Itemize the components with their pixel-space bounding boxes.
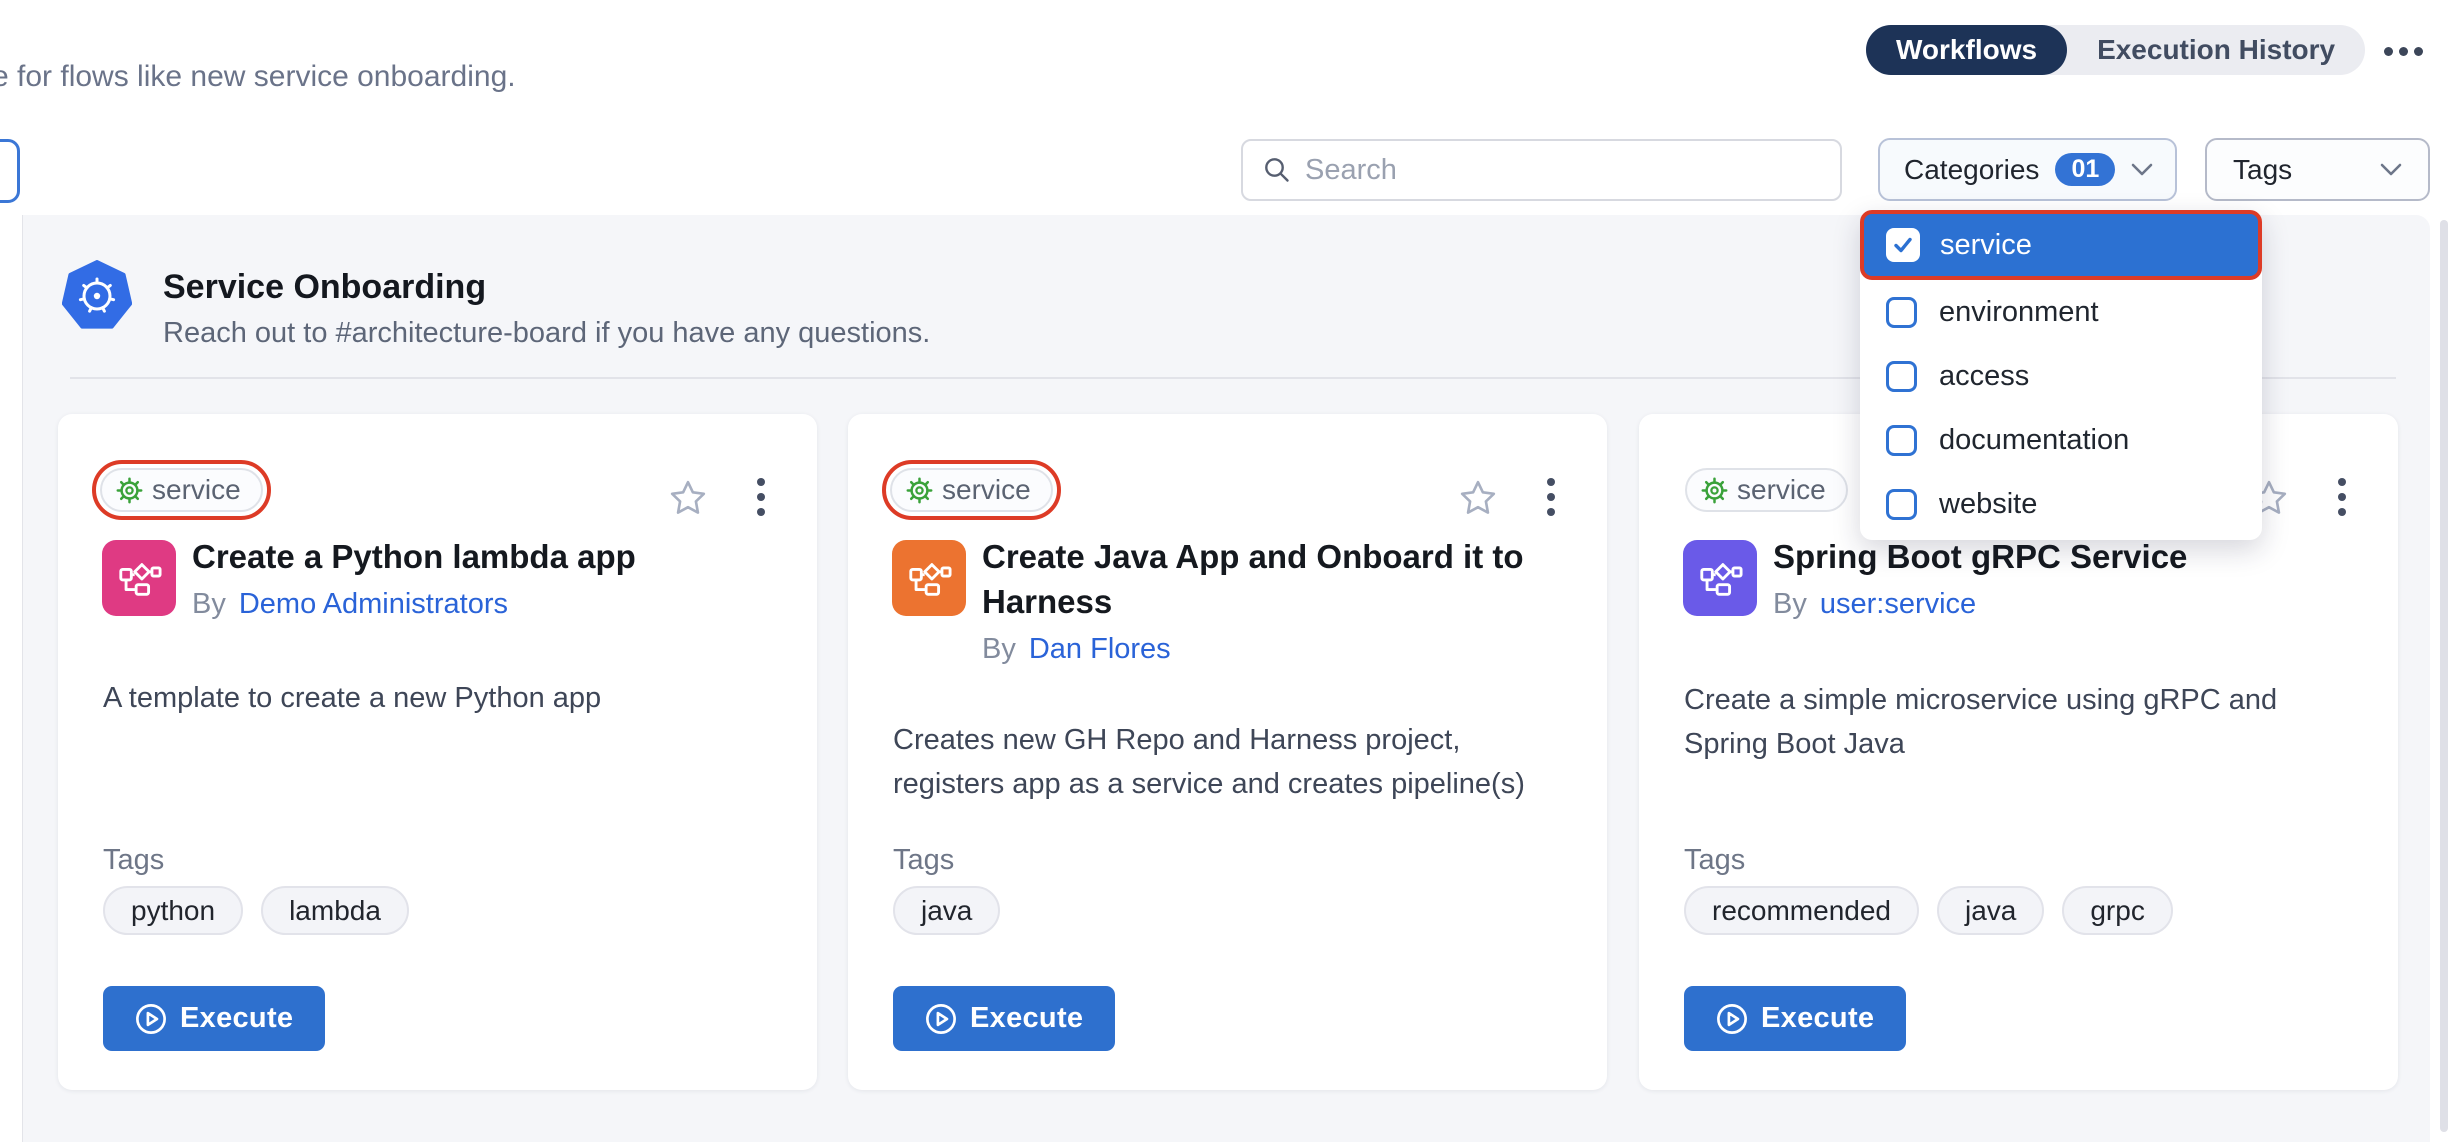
category-chip: service: [100, 468, 263, 512]
workflow-card: service Create Java App and Onboard it t…: [848, 414, 1607, 1090]
tag-chip: python: [103, 886, 243, 935]
section-title: Service Onboarding: [163, 268, 486, 307]
chevron-down-icon: [2380, 162, 2402, 177]
card-title: Create Java App and Onboard it to Harnes…: [982, 534, 1568, 624]
tags-label: Tags: [2233, 154, 2292, 186]
author-link[interactable]: user:service: [1820, 588, 1976, 621]
page-intro-text: e for flows like new service onboarding.: [0, 60, 516, 94]
dropdown-item-service[interactable]: service: [1860, 210, 2262, 280]
by-label: By: [1773, 588, 1807, 621]
gear-icon: [116, 477, 143, 504]
tab-execution-history[interactable]: Execution History: [2067, 25, 2365, 75]
dropdown-item-environment[interactable]: environment: [1860, 280, 2262, 344]
template-icon: [1683, 540, 1757, 616]
execute-button[interactable]: Execute: [893, 986, 1115, 1051]
search-box: [1241, 139, 1842, 201]
tag-chip: java: [1937, 886, 2044, 935]
play-circle-icon: [135, 1003, 167, 1035]
dropdown-item-label: environment: [1939, 296, 2099, 329]
card-description: Create a simple microservice using gRPC …: [1684, 678, 2344, 766]
checkbox-icon[interactable]: [1886, 361, 1917, 392]
annotation-ring: service: [92, 460, 271, 520]
more-menu-icon[interactable]: [2384, 40, 2428, 62]
tag-row: python lambda: [103, 886, 409, 935]
tags-section-label: Tags: [893, 844, 954, 877]
template-icon: [102, 540, 176, 616]
category-chip-label: service: [1737, 474, 1826, 506]
chevron-down-icon: [2131, 162, 2153, 177]
category-chip: service: [890, 468, 1053, 512]
categories-filter-button[interactable]: Categories 01: [1878, 138, 2177, 201]
category-chip-label: service: [942, 474, 1031, 506]
tag-chip: java: [893, 886, 1000, 935]
favorite-star-icon[interactable]: [669, 480, 707, 521]
search-icon: [1263, 156, 1291, 184]
tag-row: recommended java grpc: [1684, 886, 2173, 935]
categories-dropdown-panel: service environment access documentation…: [1860, 210, 2262, 540]
execute-label: Execute: [180, 1002, 293, 1035]
checkbox-icon[interactable]: [1886, 425, 1917, 456]
author-link[interactable]: Dan Flores: [1029, 633, 1171, 666]
checkbox-icon[interactable]: [1886, 489, 1917, 520]
workflow-card: service Create a Python lambda app By De…: [58, 414, 817, 1090]
card-title: Spring Boot gRPC Service: [1773, 534, 2359, 579]
checkbox-checked-icon[interactable]: [1886, 228, 1920, 262]
dropdown-item-website[interactable]: website: [1860, 472, 2262, 536]
byline: By Demo Administrators: [192, 588, 778, 621]
by-label: By: [192, 588, 226, 621]
categories-count-badge: 01: [2055, 153, 2115, 186]
checkbox-icon[interactable]: [1886, 297, 1917, 328]
kubernetes-icon: [62, 260, 132, 334]
kebab-menu-icon[interactable]: [2332, 478, 2352, 516]
author-link[interactable]: Demo Administrators: [239, 588, 508, 621]
tag-row: java: [893, 886, 1000, 935]
card-description: Creates new GH Repo and Harness project,…: [893, 718, 1553, 806]
card-title: Create a Python lambda app: [192, 534, 778, 579]
tag-chip: lambda: [261, 886, 409, 935]
dropdown-item-label: website: [1939, 488, 2037, 521]
gear-icon: [1701, 477, 1728, 504]
kebab-menu-icon[interactable]: [751, 478, 771, 516]
tags-filter-button[interactable]: Tags: [2205, 138, 2430, 201]
tag-chip: grpc: [2062, 886, 2172, 935]
annotation-ring: service: [882, 460, 1061, 520]
section-subtitle: Reach out to #architecture-board if you …: [163, 317, 930, 350]
view-toggle: Workflows Execution History: [1866, 25, 2365, 75]
dropdown-item-access[interactable]: access: [1860, 344, 2262, 408]
tags-section-label: Tags: [1684, 844, 1745, 877]
tags-section-label: Tags: [103, 844, 164, 877]
card-description: A template to create a new Python app: [103, 676, 763, 720]
execute-button[interactable]: Execute: [1684, 986, 1906, 1051]
tab-workflows[interactable]: Workflows: [1866, 25, 2067, 75]
kebab-menu-icon[interactable]: [1541, 478, 1561, 516]
execute-button[interactable]: Execute: [103, 986, 325, 1051]
by-label: By: [982, 633, 1016, 666]
tag-chip: recommended: [1684, 886, 1919, 935]
categories-label: Categories: [1904, 154, 2039, 186]
play-circle-icon: [925, 1003, 957, 1035]
dropdown-item-label: service: [1940, 229, 2032, 262]
template-icon: [892, 540, 966, 616]
dropdown-item-label: documentation: [1939, 424, 2129, 457]
gear-icon: [906, 477, 933, 504]
category-chip-label: service: [152, 474, 241, 506]
byline: By Dan Flores: [982, 633, 1568, 666]
play-circle-icon: [1716, 1003, 1748, 1035]
execute-label: Execute: [1761, 1002, 1874, 1035]
category-chip: service: [1685, 468, 1848, 512]
execute-label: Execute: [970, 1002, 1083, 1035]
dropdown-item-documentation[interactable]: documentation: [1860, 408, 2262, 472]
byline: By user:service: [1773, 588, 2359, 621]
clipped-left-button[interactable]: [0, 139, 20, 203]
favorite-star-icon[interactable]: [1459, 480, 1497, 521]
vertical-scrollbar[interactable]: [2440, 220, 2448, 1132]
dropdown-item-label: access: [1939, 360, 2029, 393]
search-input[interactable]: [1305, 154, 1820, 187]
